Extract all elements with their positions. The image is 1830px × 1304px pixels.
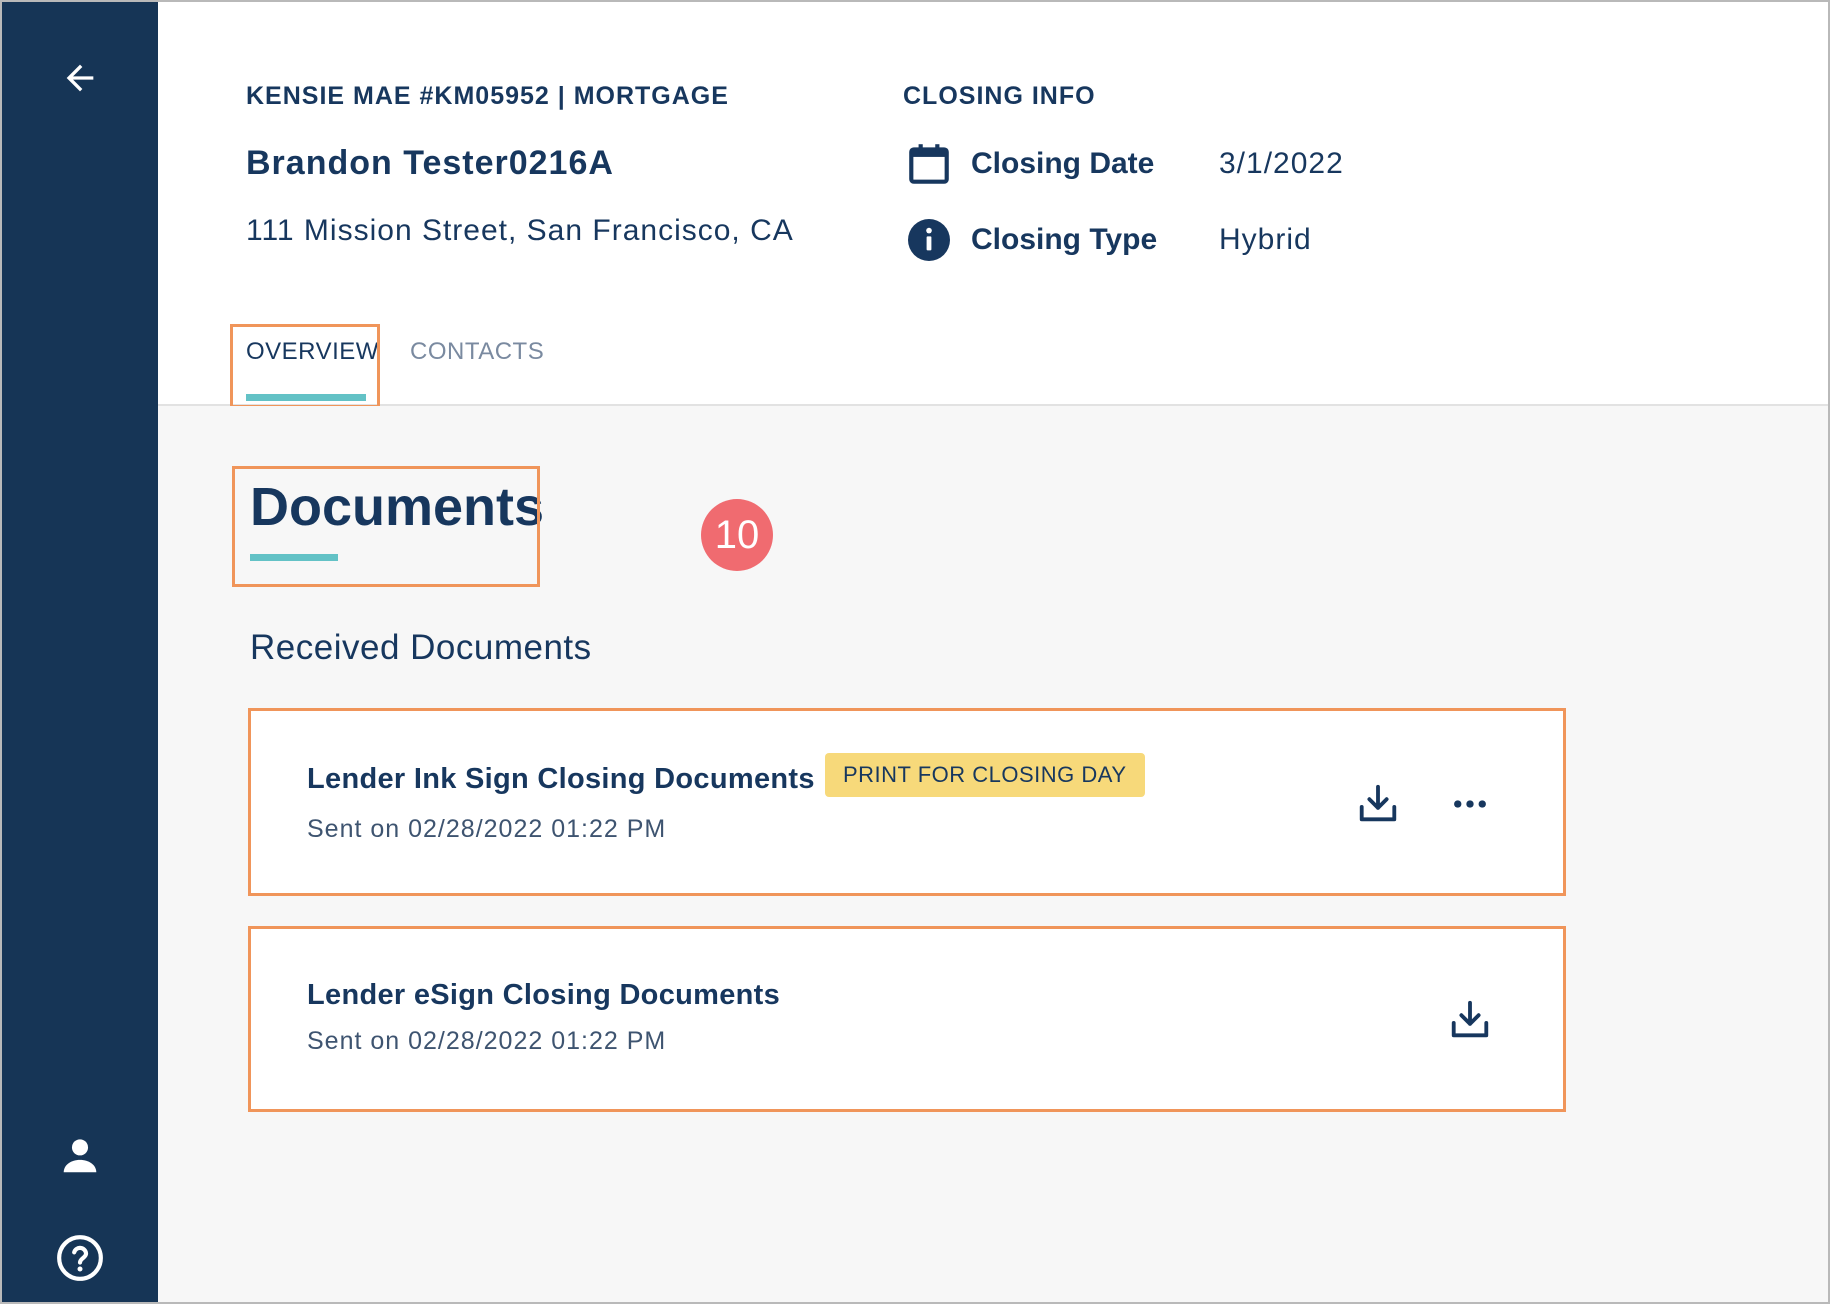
property-address: 111 Mission Street, San Francisco, CA [246,214,794,247]
info-icon [903,214,955,266]
more-horizontal-icon[interactable] [1445,779,1495,829]
document-sent-date: Sent on 02/28/2022 01:22 PM [307,1027,667,1055]
closing-type-value: Hybrid [1219,223,1312,256]
highlight-box [232,466,540,587]
tab-contacts[interactable]: CONTACTS [410,338,544,366]
status-badge: PRINT FOR CLOSING DAY [825,753,1145,797]
help-icon[interactable] [54,1232,106,1284]
loan-header: KENSIE MAE #KM05952 | MORTGAGE Brandon T… [158,2,1828,408]
document-sent-date: Sent on 02/28/2022 01:22 PM [307,815,667,843]
document-name: Lender Ink Sign Closing Documents [307,763,815,795]
borrower-name: Brandon Tester0216A [246,144,614,182]
download-icon[interactable] [1445,995,1495,1045]
app-window: KENSIE MAE #KM05952 | MORTGAGE Brandon T… [0,0,1830,1304]
document-card[interactable]: Lender Ink Sign Closing Documents PRINT … [248,708,1566,896]
download-icon[interactable] [1353,779,1403,829]
loan-id: KENSIE MAE #KM05952 | MORTGAGE [246,82,729,110]
closing-date-value: 3/1/2022 [1219,147,1344,180]
highlight-box [230,324,380,408]
user-icon[interactable] [56,1132,104,1180]
closing-type-row: Closing Type Hybrid [903,214,1312,266]
step-number-badge: 10 [701,499,773,571]
document-card[interactable]: Lender eSign Closing Documents Sent on 0… [248,926,1566,1112]
closing-date-row: Closing Date 3/1/2022 [903,138,1344,190]
section-title: Received Documents [250,628,592,667]
calendar-icon [903,138,955,190]
closing-info-title: CLOSING INFO [903,82,1096,110]
arrow-left-icon[interactable] [56,54,104,102]
closing-type-label: Closing Type [971,223,1158,256]
closing-date-label: Closing Date [971,147,1155,180]
sidebar [2,2,158,1302]
document-name: Lender eSign Closing Documents [307,979,781,1011]
main-content: Documents 10 Received Documents Lender I… [158,406,1828,1302]
